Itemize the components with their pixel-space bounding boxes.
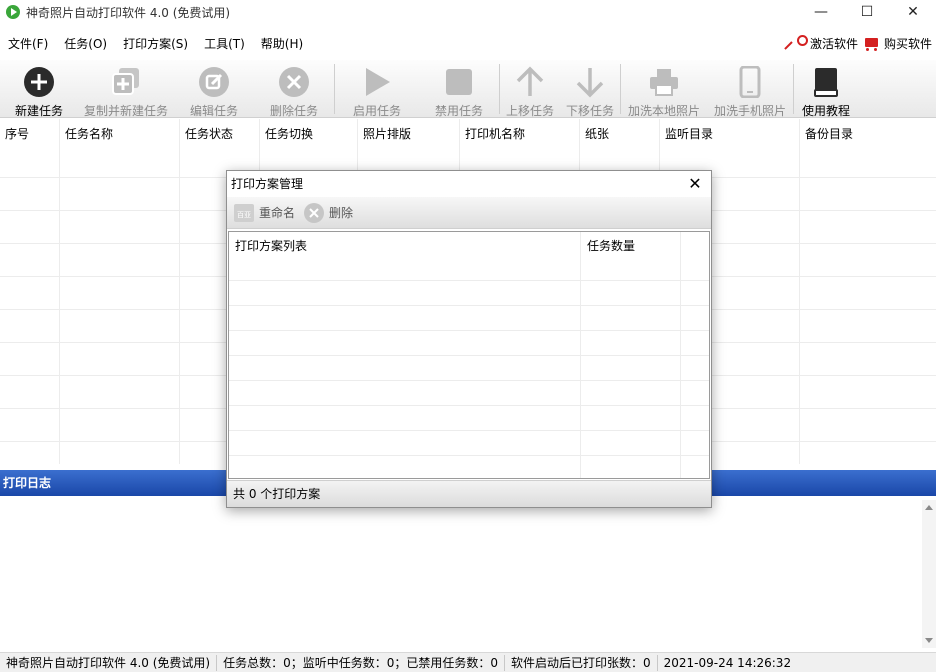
row-divider [229,280,709,281]
menu-bar: 文件(F) 任务(O) 打印方案(S) 工具(T) 帮助(H) 激活软件 购买软… [0,30,936,56]
row-divider [229,405,709,406]
cart-icon [862,34,880,52]
arrow-down-icon [574,66,606,98]
printer-icon [648,66,680,98]
menu-help[interactable]: 帮助(H) [253,35,311,52]
row-divider [229,380,709,381]
minimize-button[interactable]: — [798,0,844,24]
enable-task-label: 启用任务 [352,104,401,118]
scroll-up-icon[interactable] [925,505,933,510]
row-divider [229,355,709,356]
rename-icon: 百亚 [233,202,255,224]
close-button[interactable]: ✕ [890,0,936,24]
new-task-button[interactable]: 新建任务 [0,60,78,118]
window-title: 神奇照片自动打印软件 4.0 (免费试用) [26,5,231,20]
status-datetime: 2021-09-24 14:26:32 [663,655,792,670]
book-icon [810,66,842,98]
move-up-label: 上移任务 [505,104,554,118]
dialog-close-button[interactable]: ✕ [685,173,705,195]
delete-task-button[interactable]: 删除任务 [254,60,334,118]
column-divider [179,119,180,464]
tutorial-label: 使用教程 [801,104,850,118]
add-phone-photo-button[interactable]: 加洗手机照片 [707,60,793,118]
disable-task-button[interactable]: 禁用任务 [419,60,499,118]
edit-task-button[interactable]: 编辑任务 [174,60,254,118]
status-printed-count: 软件启动后已打印张数：0 [505,654,658,671]
row-divider [229,330,709,331]
move-down-label: 下移任务 [565,104,614,118]
menu-tools[interactable]: 工具(T) [196,35,253,52]
maximize-button[interactable]: ☐ [844,0,890,24]
buy-link[interactable]: 购买软件 [862,34,932,52]
copy-plus-icon [110,66,142,98]
title-bar: 神奇照片自动打印软件 4.0 (免费试用) — ☐ ✕ [0,0,936,24]
rename-button[interactable]: 百亚 重命名 [233,202,295,224]
menu-right-links: 激活软件 购买软件 [788,30,936,56]
row-divider [229,430,709,431]
play-icon [361,66,393,98]
log-scrollbar[interactable] [922,500,936,648]
delete-circle-icon [303,202,325,224]
scroll-down-icon[interactable] [925,638,933,643]
status-bar: 神奇照片自动打印软件 4.0 (免费试用) 任务总数：0；监听中任务数：0；已禁… [0,652,936,672]
column-header-watch-dir[interactable]: 监听目录 [660,119,800,149]
print-log-area[interactable] [0,496,936,650]
stop-icon [443,66,475,98]
status-task-counts: 任务总数：0；监听中任务数：0；已禁用任务数：0 [217,654,505,671]
task-table-header: 序号 任务名称 任务状态 任务切换 照片排版 打印机名称 纸张 监听目录 备份目… [0,119,936,149]
delete-circle-icon [278,66,310,98]
move-down-button[interactable]: 下移任务 [560,60,620,118]
column-header-task-count[interactable]: 任务数量 [581,232,681,260]
dialog-delete-label: 删除 [329,206,354,220]
rename-icon-text: 百亚 [237,211,251,219]
buy-label: 购买软件 [883,36,932,51]
new-task-label: 新建任务 [14,104,63,118]
main-toolbar: 新建任务 复制并新建任务 编辑任务 删除任务 启用任务 禁用任务 上移任务 下移… [0,60,936,118]
column-header-printer-name[interactable]: 打印机名称 [460,119,580,149]
column-header-backup-dir[interactable]: 备份目录 [800,119,936,149]
phone-icon [734,66,766,98]
plus-circle-icon [23,66,55,98]
menu-file[interactable]: 文件(F) [0,35,56,52]
key-icon [788,34,808,52]
edit-task-label: 编辑任务 [189,104,238,118]
disable-task-label: 禁用任务 [434,104,483,118]
activate-link[interactable]: 激活软件 [788,34,858,52]
arrow-up-icon [514,66,546,98]
column-header-photo-layout[interactable]: 照片排版 [358,119,460,149]
delete-task-label: 删除任务 [269,104,318,118]
move-up-button[interactable]: 上移任务 [500,60,560,118]
column-header-scheme-list[interactable]: 打印方案列表 [229,232,581,260]
column-header-paper[interactable]: 纸张 [580,119,660,149]
activate-label: 激活软件 [809,36,858,51]
add-phone-photo-label: 加洗手机照片 [713,104,786,118]
print-scheme-dialog: 打印方案管理 ✕ 百亚 重命名 删除 打印方案列表 任务数量 共 0 个打印方案 [226,170,712,508]
copy-task-button[interactable]: 复制并新建任务 [78,60,174,118]
rename-label: 重命名 [259,206,296,220]
copy-task-label: 复制并新建任务 [83,104,168,118]
dialog-footer-count: 共 0 个打印方案 [227,480,711,507]
add-local-photo-button[interactable]: 加洗本地照片 [621,60,707,118]
dialog-title: 打印方案管理 [231,177,304,191]
column-divider [59,119,60,464]
tutorial-button[interactable]: 使用教程 [794,60,858,118]
add-local-photo-label: 加洗本地照片 [627,104,700,118]
enable-task-button[interactable]: 启用任务 [335,60,419,118]
dialog-toolbar: 百亚 重命名 删除 [227,197,711,229]
app-logo-icon [6,5,20,19]
menu-task[interactable]: 任务(O) [56,35,115,52]
window-controls: — ☐ ✕ [798,0,936,24]
column-header-task-name[interactable]: 任务名称 [60,119,180,149]
dialog-delete-button[interactable]: 删除 [303,202,353,224]
column-header-task-switch[interactable]: 任务切换 [260,119,358,149]
scheme-list-table[interactable]: 打印方案列表 任务数量 [228,231,710,479]
column-header-task-status[interactable]: 任务状态 [180,119,260,149]
row-divider [229,305,709,306]
row-divider [229,455,709,456]
status-app-name: 神奇照片自动打印软件 4.0 (免费试用) [0,654,218,671]
edit-icon [198,66,230,98]
menu-print-scheme[interactable]: 打印方案(S) [115,35,196,52]
column-header-index[interactable]: 序号 [0,119,60,149]
column-divider [799,119,800,464]
